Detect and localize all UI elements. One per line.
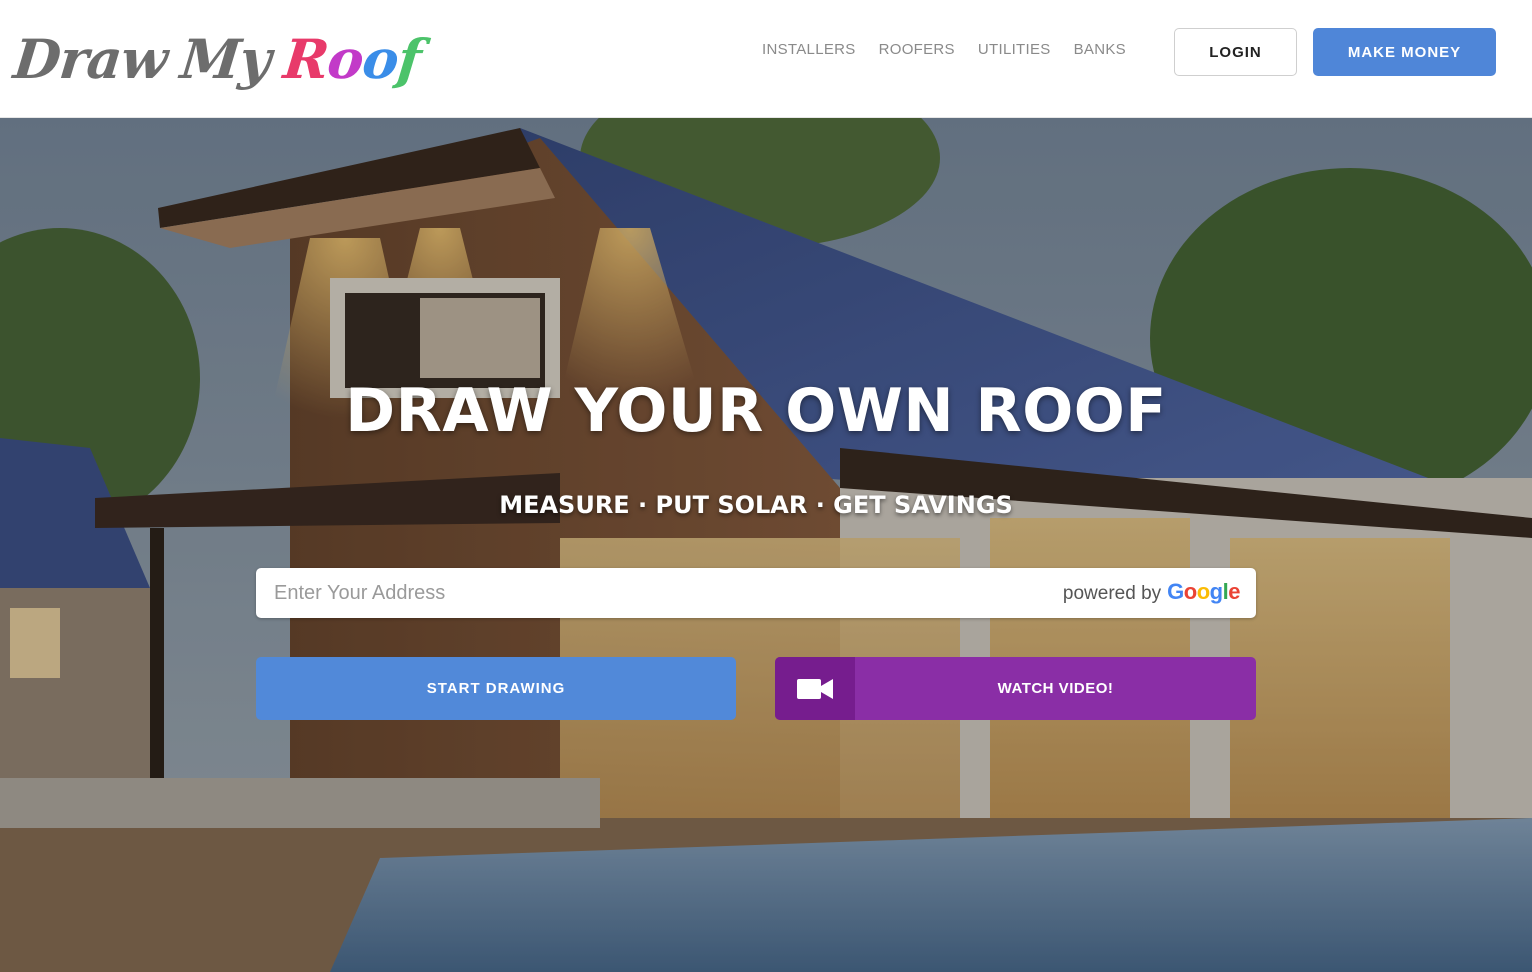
logo-word-draw: Draw	[10, 27, 171, 91]
google-letter: G	[1167, 579, 1184, 604]
hero-section: DRAW YOUR OWN ROOF MEASURE · PUT SOLAR ·…	[0, 118, 1532, 972]
hero-title: DRAW YOUR OWN ROOF	[345, 376, 1167, 446]
powered-by-google: powered by Google	[1062, 579, 1241, 605]
google-logo: Google	[1167, 579, 1240, 605]
watch-video-button[interactable]: WATCH VIDEO!	[775, 657, 1256, 720]
nav-link-utilities[interactable]: UTILITIES	[978, 41, 1051, 58]
hero-house-illustration	[0, 118, 1532, 972]
google-letter: e	[1228, 579, 1240, 604]
main-nav: INSTALLERS ROOFERS UTILITIES BANKS	[762, 41, 1126, 58]
nav-link-installers[interactable]: INSTALLERS	[762, 41, 856, 58]
nav-link-banks[interactable]: BANKS	[1074, 41, 1126, 58]
watch-video-label: WATCH VIDEO!	[997, 680, 1114, 697]
google-letter: o	[1183, 579, 1197, 604]
video-icon-box	[775, 657, 855, 720]
logo-word-roof: Roof	[281, 27, 424, 91]
nav-link-roofers[interactable]: ROOFERS	[879, 41, 955, 58]
address-input[interactable]	[256, 568, 1016, 618]
hero-subtitle: MEASURE · PUT SOLAR · GET SAVINGS	[499, 491, 1013, 519]
make-money-button[interactable]: MAKE MONEY	[1313, 28, 1496, 76]
google-letter: g	[1209, 579, 1223, 604]
start-drawing-button[interactable]: START DRAWING	[256, 657, 736, 720]
powered-by-label: powered by	[1062, 583, 1162, 604]
address-search-box: powered by Google	[256, 568, 1256, 618]
logo-letter: R	[280, 27, 332, 91]
site-header: Draw My Roof INSTALLERS ROOFERS UTILITIE…	[0, 0, 1532, 118]
logo-word-my: My	[177, 27, 274, 91]
draw-my-roof-logo[interactable]: Draw My Roof	[10, 14, 424, 104]
login-button[interactable]: LOGIN	[1174, 28, 1297, 76]
google-letter: o	[1196, 579, 1210, 604]
video-camera-icon	[797, 678, 833, 699]
